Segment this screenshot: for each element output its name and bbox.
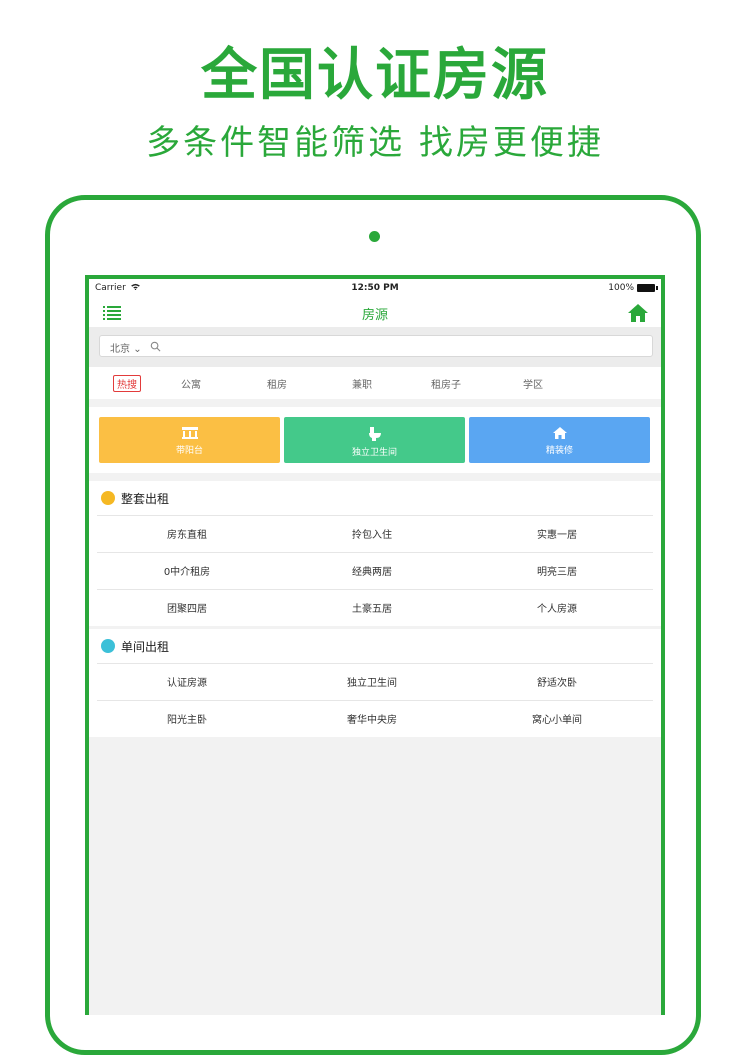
feature-label: 精装修 [545, 446, 573, 456]
grid-item[interactable]: 房东直租 [97, 526, 277, 541]
tag-rent-house[interactable]: 租房子 [431, 376, 461, 391]
feature-balcony-button[interactable]: 带阳台 [99, 417, 280, 463]
grid-item[interactable]: 经典两居 [282, 563, 462, 578]
section-header: 整套出租 [89, 481, 661, 515]
city-selector[interactable]: 北京 ⌄ [110, 340, 142, 355]
grid-row: 团聚四居 土豪五居 个人房源 [97, 589, 653, 626]
house-icon [552, 427, 567, 439]
search-input[interactable]: 北京 ⌄ [99, 335, 653, 357]
toilet-icon [368, 427, 381, 441]
tag-part-time[interactable]: 兼职 [352, 376, 372, 391]
promo-headline: 全国认证房源 [201, 43, 549, 108]
battery-percent: 100% [608, 283, 634, 293]
grid-item[interactable]: 实惠一居 [467, 526, 647, 541]
tag-school-district[interactable]: 学区 [523, 376, 543, 391]
grid-row: 阳光主卧 奢华中央房 窝心小单间 [97, 700, 653, 737]
chevron-down-icon: ⌄ [133, 344, 142, 355]
status-bar: Carrier 12:50 PM 100% [89, 279, 661, 297]
grid-item[interactable]: 阳光主卧 [97, 711, 277, 726]
tag-apartment[interactable]: 公寓 [181, 376, 201, 391]
grid-item[interactable]: 奢华中央房 [282, 711, 462, 726]
app-screen: Carrier 12:50 PM 100% 房源 北京 ⌄ 热搜 公寓 租房 兼… [85, 275, 665, 1015]
tag-rent[interactable]: 租房 [267, 376, 287, 391]
home-badge-icon [101, 491, 115, 505]
section-whole-rent: 整套出租 房东直租 拎包入住 实惠一居 0中介租房 经典两居 明亮三居 团聚四居… [89, 481, 661, 626]
camera-dot [369, 231, 380, 242]
nav-bar: 房源 [89, 297, 661, 327]
grid-item[interactable]: 拎包入住 [282, 526, 462, 541]
grid-row: 0中介租房 经典两居 明亮三居 [97, 552, 653, 589]
tag-hot-search[interactable]: 热搜 [113, 375, 141, 392]
section-single-room: 单间出租 认证房源 独立卫生间 舒适次卧 阳光主卧 奢华中央房 窝心小单间 [89, 629, 661, 737]
promo-subline: 多条件智能筛选 找房更便捷 [146, 123, 604, 163]
grid-row: 房东直租 拎包入住 实惠一居 [97, 515, 653, 552]
feature-label: 带阳台 [175, 446, 203, 456]
grid-item[interactable]: 独立卫生间 [282, 674, 462, 689]
battery-indicator: 100% [608, 283, 658, 293]
section-title: 整套出租 [121, 492, 170, 506]
search-bar: 北京 ⌄ [89, 327, 661, 367]
grid-item[interactable]: 舒适次卧 [467, 674, 647, 689]
status-time: 12:50 PM [351, 283, 399, 293]
grid-row: 认证房源 独立卫生间 舒适次卧 [97, 663, 653, 700]
search-icon [150, 341, 161, 352]
page-title: 房源 [361, 308, 388, 323]
room-badge-icon [101, 639, 115, 653]
grid-item[interactable]: 土豪五居 [282, 600, 462, 615]
feature-bathroom-button[interactable]: 独立卫生间 [284, 417, 465, 463]
grid-item[interactable]: 认证房源 [97, 674, 277, 689]
hot-tags-row: 热搜 公寓 租房 兼职 租房子 学区 [89, 367, 661, 399]
grid-item[interactable]: 0中介租房 [97, 563, 277, 578]
grid-item[interactable]: 团聚四居 [97, 600, 277, 615]
battery-icon [637, 284, 658, 292]
section-header: 单间出租 [89, 629, 661, 663]
feature-buttons: 带阳台 独立卫生间 精装修 [89, 407, 661, 473]
feature-renovated-button[interactable]: 精装修 [469, 417, 650, 463]
grid-item[interactable]: 窝心小单间 [467, 711, 647, 726]
home-icon[interactable] [627, 303, 649, 323]
grid-item[interactable]: 个人房源 [467, 600, 647, 615]
feature-label: 独立卫生间 [351, 448, 397, 458]
section-title: 单间出租 [121, 640, 170, 654]
grid-item[interactable]: 明亮三居 [467, 563, 647, 578]
balcony-icon [181, 427, 198, 439]
city-label: 北京 [110, 344, 130, 355]
